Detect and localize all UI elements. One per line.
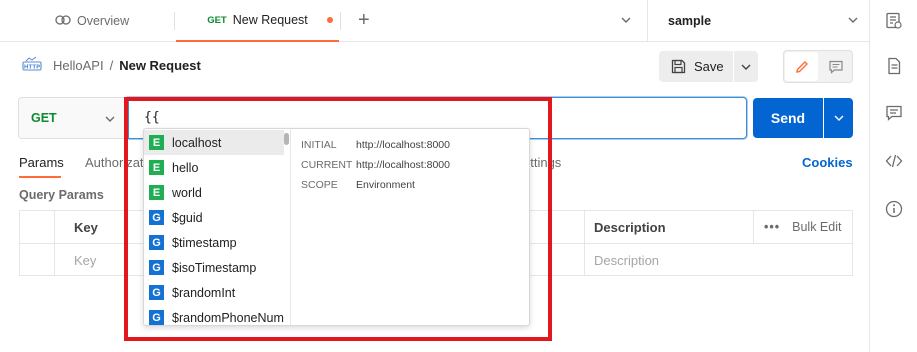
comment-icon	[829, 60, 843, 74]
cookies-link[interactable]: Cookies	[802, 155, 853, 170]
breadcrumb-separator: /	[109, 57, 114, 73]
send-options-button[interactable]	[824, 98, 853, 138]
chevron-down-icon	[104, 111, 116, 130]
method-value: GET	[31, 111, 57, 125]
overview-icon	[55, 14, 71, 29]
tab-params[interactable]: Params	[19, 155, 64, 170]
column-header-key: Key	[74, 219, 98, 235]
documentation-icon[interactable]	[885, 57, 903, 75]
plus-icon[interactable]: +	[358, 9, 370, 31]
bulk-edit-label: Bulk Edit	[792, 220, 842, 234]
tab-new-request[interactable]: GET New Request	[176, 0, 339, 42]
svg-text:HTTP: HTTP	[24, 64, 40, 70]
tab-params-underline	[19, 176, 61, 178]
bulk-edit-button[interactable]: ••• Bulk Edit	[764, 211, 841, 243]
comments-icon[interactable]	[885, 104, 903, 122]
environment-selector[interactable]: sample	[647, 0, 869, 42]
environment-quicklook-icon[interactable]	[885, 12, 903, 30]
breadcrumb: HTTP HelloAPI / New Request	[22, 56, 201, 74]
highlight-annotation	[124, 97, 552, 341]
pencil-icon	[795, 60, 808, 73]
column-divider	[753, 211, 754, 243]
key-input[interactable]: Key	[74, 244, 96, 276]
column-header-description: Description	[594, 219, 666, 235]
save-label: Save	[694, 59, 724, 74]
send-label: Send	[770, 110, 806, 126]
tab-new-request-label: New Request	[232, 13, 308, 27]
method-selector[interactable]: GET	[18, 97, 128, 139]
right-sidebar	[869, 0, 917, 352]
request-name[interactable]: New Request	[119, 58, 201, 73]
query-params-title: Query Params	[19, 188, 104, 202]
tab-divider	[174, 12, 175, 30]
tab-overview[interactable]: Overview	[55, 0, 129, 42]
tab-divider	[340, 12, 341, 30]
more-options-icon[interactable]: •••	[764, 220, 780, 234]
tab-method: GET	[207, 14, 227, 26]
comment-mode-button[interactable]	[820, 52, 852, 81]
description-input[interactable]: Description	[594, 244, 659, 276]
column-divider	[54, 211, 55, 275]
save-icon	[671, 59, 686, 74]
code-icon[interactable]	[885, 152, 903, 170]
chevron-down-icon	[741, 64, 751, 70]
column-divider	[584, 211, 585, 275]
send-button[interactable]: Send	[753, 98, 823, 138]
save-options-button[interactable]	[734, 51, 758, 82]
info-icon[interactable]	[885, 200, 903, 218]
chevron-down-icon[interactable]	[620, 12, 632, 31]
tab-overview-label: Overview	[77, 14, 130, 28]
http-icon: HTTP	[22, 56, 42, 74]
view-mode-toggle	[783, 50, 853, 83]
chevron-down-icon	[847, 12, 859, 31]
environment-name: sample	[668, 14, 712, 28]
unsaved-dot-icon	[327, 17, 333, 23]
chevron-down-icon	[834, 115, 843, 121]
breadcrumb-collection[interactable]: HelloAPI	[53, 58, 104, 73]
edit-mode-button[interactable]	[785, 52, 818, 81]
save-button[interactable]: Save	[659, 51, 733, 82]
tab-bar: Overview GET New Request + sample	[0, 0, 869, 42]
